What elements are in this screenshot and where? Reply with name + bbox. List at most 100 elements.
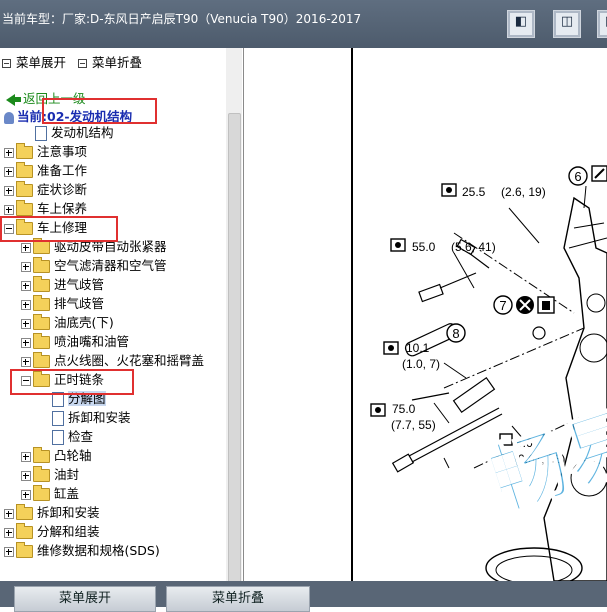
- folder-icon: [33, 352, 50, 368]
- lubricate-icon: [591, 165, 607, 182]
- tree-item-label: 检查: [68, 429, 94, 444]
- vehicle-model-title: 当前车型：厂家:D-东风日产启辰T90（Venucia T90）2016-201…: [2, 12, 362, 26]
- folder-icon: [33, 485, 50, 501]
- split-view-button[interactable]: ◫: [553, 10, 581, 38]
- expand-toggle-icon[interactable]: [21, 299, 31, 310]
- highlight-timing-chain: [10, 369, 134, 395]
- document-icon: [52, 411, 64, 426]
- highlight-current: [42, 98, 157, 124]
- tree-item[interactable]: 空气滤清器和空气管: [21, 257, 167, 275]
- expand-toggle-icon[interactable]: [21, 470, 31, 481]
- tree-item[interactable]: 发动机结构: [21, 124, 114, 142]
- expand-toggle-icon[interactable]: [21, 242, 31, 253]
- expand-toggle-icon[interactable]: [21, 489, 31, 500]
- expand-toggle-icon[interactable]: [4, 527, 14, 538]
- callout-6: 6: [568, 166, 588, 186]
- tree-item-label: 准备工作: [37, 163, 88, 178]
- tree-item-label: 维修数据和规格(SDS): [37, 543, 160, 558]
- tree-item-label: 凸轮轴: [54, 448, 92, 463]
- callout-8: 8: [446, 323, 466, 343]
- tree-item[interactable]: 症状诊断: [4, 181, 87, 199]
- svg-text:7: 7: [499, 298, 506, 313]
- expand-toggle-icon[interactable]: [21, 356, 31, 367]
- tree-item[interactable]: 油封: [21, 466, 79, 484]
- document-icon: [35, 126, 47, 141]
- bottom-toolbar: 菜单展开 菜单折叠: [0, 581, 607, 612]
- tree-item-label: 缸盖: [54, 486, 80, 501]
- tree-item[interactable]: 拆卸和安装: [38, 409, 131, 427]
- svg-text:(1.0, 7): (1.0, 7): [402, 357, 440, 371]
- tree-item-label: 点火线圈、火花塞和摇臂盖: [54, 353, 205, 368]
- folder-icon: [33, 257, 50, 273]
- svg-text:25.5: 25.5: [462, 185, 486, 199]
- tree-item-label: 进气歧管: [54, 277, 105, 292]
- right-panel-button[interactable]: ◨: [597, 10, 607, 38]
- expand-toggle-icon[interactable]: [21, 280, 31, 291]
- expand-toggle-icon[interactable]: [4, 166, 14, 177]
- expand-icon: [2, 58, 11, 68]
- tree-item[interactable]: 凸轮轴: [21, 447, 92, 465]
- expand-toggle-icon[interactable]: [4, 147, 14, 158]
- expand-toggle-icon[interactable]: [21, 261, 31, 272]
- collapse-menu-button[interactable]: 菜单折叠: [166, 586, 310, 612]
- tree-item[interactable]: 维修数据和规格(SDS): [4, 542, 160, 560]
- diagram-viewer[interactable]: 25.5 (2.6, 19) 55.0 (5.6, 41) 10.1 (1.0,…: [244, 48, 607, 581]
- navigation-tree-panel: 菜单展开 菜单折叠 返回上一级 当前:02-发动机结构 发动机结构 注意事项 准备工…: [0, 48, 244, 581]
- tree-item-label: 油封: [54, 467, 80, 482]
- tree-item[interactable]: 注意事项: [4, 143, 87, 161]
- folder-icon: [33, 466, 50, 482]
- tree-item-label: 喷油嘴和油管: [54, 334, 130, 349]
- user-icon: [4, 111, 14, 124]
- svg-text:8: 8: [452, 326, 459, 341]
- tree-item[interactable]: 拆卸和安装: [4, 504, 100, 522]
- expand-toggle-icon[interactable]: [4, 185, 14, 196]
- collapse-icon: [77, 58, 87, 68]
- folder-icon: [33, 333, 50, 349]
- document-icon: [52, 430, 64, 445]
- tree-item[interactable]: 分解和组装: [4, 523, 100, 541]
- tree-menu-controls: 菜单展开 菜单折叠: [2, 52, 142, 71]
- folder-icon: [33, 238, 50, 254]
- svg-text:10.1: 10.1: [406, 341, 430, 355]
- tree-item-label: 空气滤清器和空气管: [54, 258, 167, 273]
- folder-icon: [33, 447, 50, 463]
- tree-item-label: 分解和组装: [37, 524, 100, 539]
- split-view-icon: ◫: [560, 14, 574, 29]
- title-bar: 当前车型：厂家:D-东风日产启辰T90（Venucia T90）2016-201…: [0, 0, 607, 48]
- expand-toggle-icon[interactable]: [21, 451, 31, 462]
- tree-item[interactable]: 进气歧管: [21, 276, 104, 294]
- right-panel-icon: ◨: [598, 14, 607, 29]
- tree-item[interactable]: 缸盖: [21, 485, 79, 503]
- tree-item-label: 拆卸和安装: [68, 410, 131, 425]
- expand-toggle-icon[interactable]: [4, 546, 14, 557]
- folder-icon: [16, 162, 33, 178]
- tree-item-label: 油底壳(下): [54, 315, 114, 330]
- replace-part-icon: [537, 296, 555, 314]
- expand-toggle-icon[interactable]: [4, 204, 14, 215]
- left-panel-icon: ◧: [514, 14, 528, 29]
- tree-item-label: 注意事项: [37, 144, 88, 159]
- tree-item[interactable]: 喷油嘴和油管: [21, 333, 129, 351]
- tree-item[interactable]: 排气歧管: [21, 295, 104, 313]
- torque-label-1: 25.5 (2.6, 19): [441, 183, 546, 199]
- collapse-all-link[interactable]: 菜单折叠: [92, 55, 142, 70]
- expand-toggle-icon[interactable]: [21, 337, 31, 348]
- scrollbar-thumb[interactable]: [228, 113, 241, 595]
- tree-item-label: 拆卸和安装: [37, 505, 100, 520]
- expand-menu-button[interactable]: 菜单展开: [14, 586, 156, 612]
- tree-item[interactable]: 油底壳(下): [21, 314, 114, 332]
- expand-toggle-icon[interactable]: [4, 508, 14, 519]
- svg-text:(5.6, 41): (5.6, 41): [451, 240, 496, 254]
- folder-icon: [33, 295, 50, 311]
- left-panel-button[interactable]: ◧: [507, 10, 535, 38]
- timing-chain-exploded-diagram: 25.5 (2.6, 19) 55.0 (5.6, 41) 10.1 (1.0,…: [351, 48, 607, 581]
- folder-icon: [16, 523, 33, 539]
- expand-all-link[interactable]: 菜单展开: [16, 55, 66, 70]
- tree-item[interactable]: 准备工作: [4, 162, 87, 180]
- folder-icon: [16, 542, 33, 558]
- expand-toggle-icon[interactable]: [21, 318, 31, 329]
- tree-item-label: 车上保养: [37, 201, 88, 216]
- tree-item[interactable]: 检查: [38, 428, 93, 446]
- tree-scrollbar[interactable]: [226, 48, 242, 595]
- tree-item[interactable]: 点火线圈、火花塞和摇臂盖: [21, 352, 204, 370]
